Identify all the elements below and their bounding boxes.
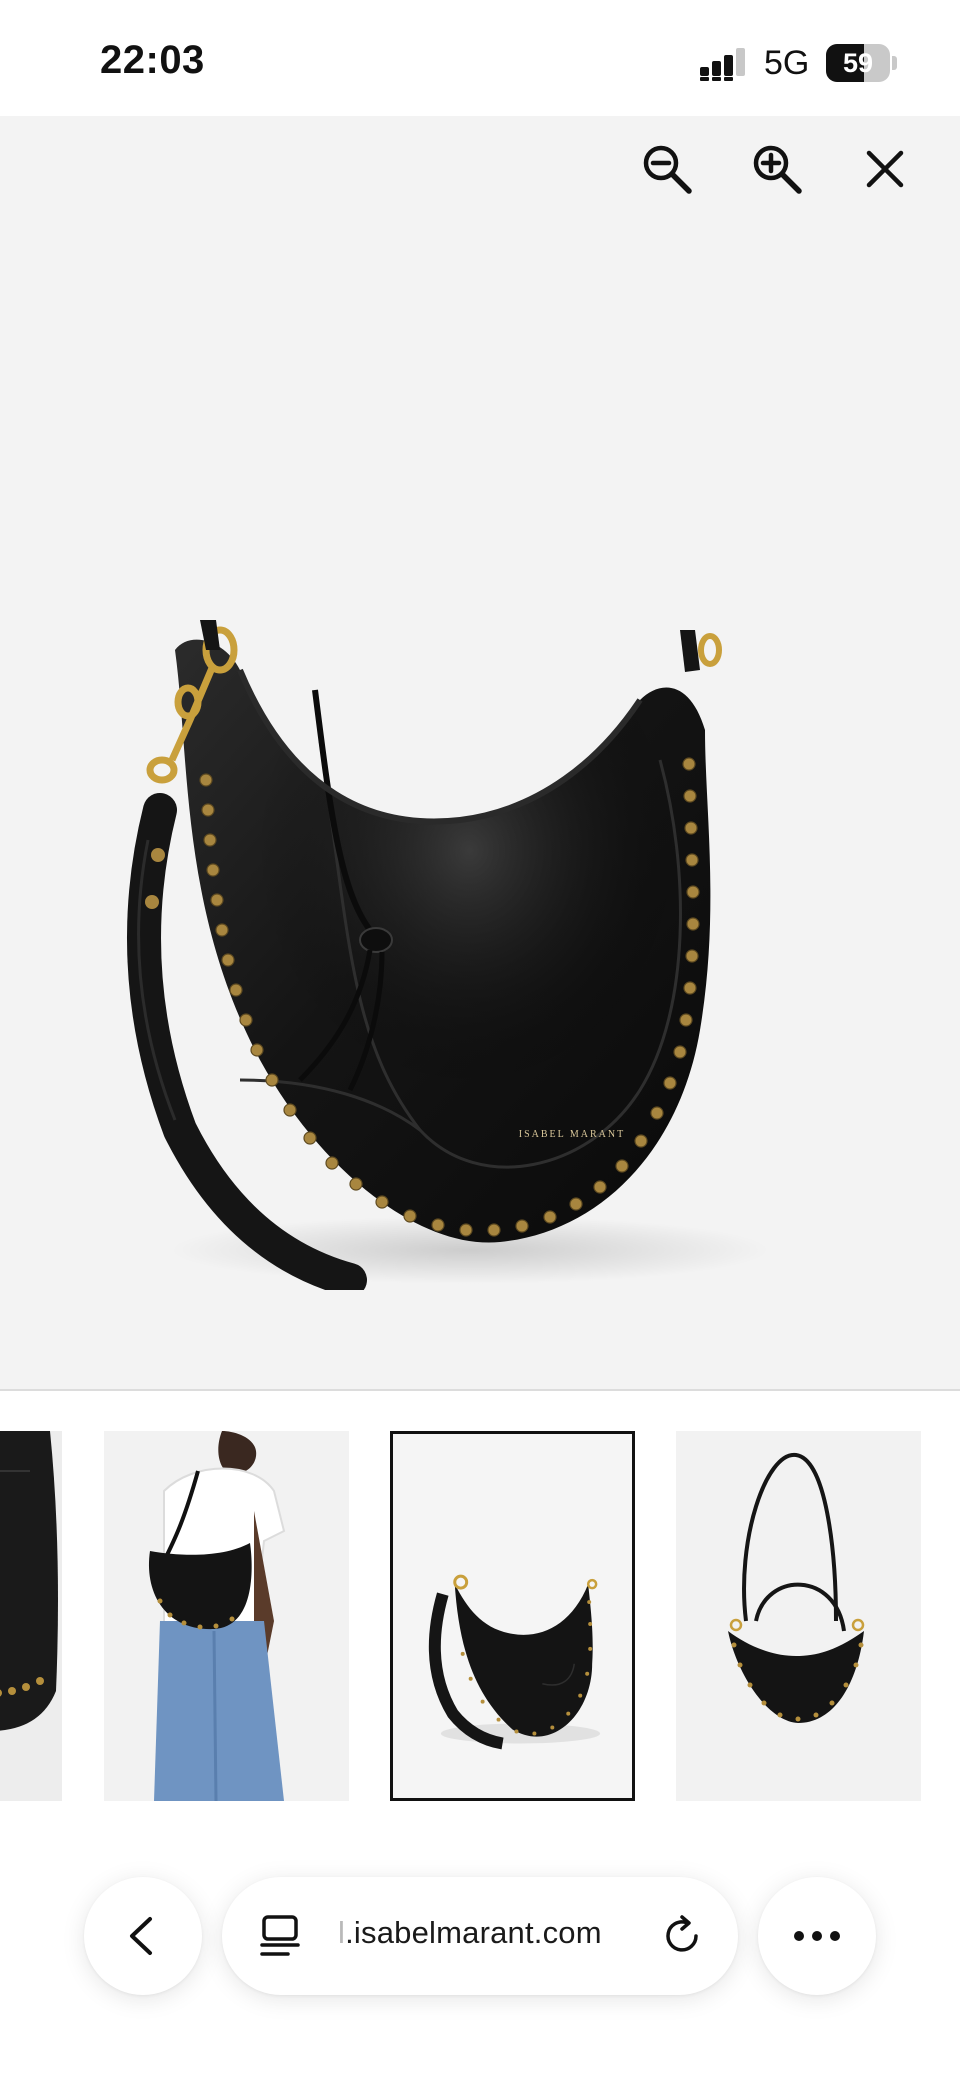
zoom-in-button[interactable] — [742, 134, 812, 204]
close-button[interactable] — [850, 134, 920, 204]
thumbnail-0[interactable] — [0, 1431, 62, 1801]
reload-icon[interactable] — [660, 1913, 706, 1959]
network-type: 5G — [764, 44, 810, 82]
signal-icon — [700, 48, 745, 81]
close-icon — [866, 150, 904, 188]
reader-icon[interactable] — [258, 1913, 304, 1959]
more-icon — [794, 1931, 840, 1941]
thumbnail-2-selected[interactable] — [390, 1431, 635, 1801]
battery-icon: 59 — [826, 44, 897, 82]
product-image-bag[interactable]: ISABEL MARANT — [120, 610, 810, 1290]
status-time: 22:03 — [100, 38, 205, 82]
bag-logo: ISABEL MARANT — [519, 1129, 625, 1140]
url-domain: .isabelmarant.com — [345, 1915, 602, 1950]
thumbnail-image-front — [676, 1431, 921, 1801]
thumbnail-image-side — [393, 1434, 632, 1798]
back-button[interactable] — [84, 1877, 202, 1995]
thumbnail-strip[interactable] — [0, 1391, 960, 1841]
status-bar: 22:03 5G 59 — [0, 0, 960, 116]
thumbnail-3[interactable] — [676, 1431, 921, 1801]
magnifier-minus-icon — [643, 145, 692, 194]
url-text[interactable]: l.isabelmarant.com — [338, 1915, 602, 1951]
thumbnail-image-closeup — [0, 1431, 62, 1801]
chevron-left-icon — [130, 1917, 152, 1955]
battery-percent: 59 — [842, 48, 874, 78]
thumbnail-1[interactable] — [104, 1431, 349, 1801]
address-bar[interactable]: l.isabelmarant.com — [222, 1877, 738, 1995]
zoom-out-button[interactable] — [632, 134, 702, 204]
more-button[interactable] — [758, 1877, 876, 1995]
magnifier-plus-icon — [753, 145, 802, 194]
thumbnail-image-model — [104, 1431, 349, 1801]
